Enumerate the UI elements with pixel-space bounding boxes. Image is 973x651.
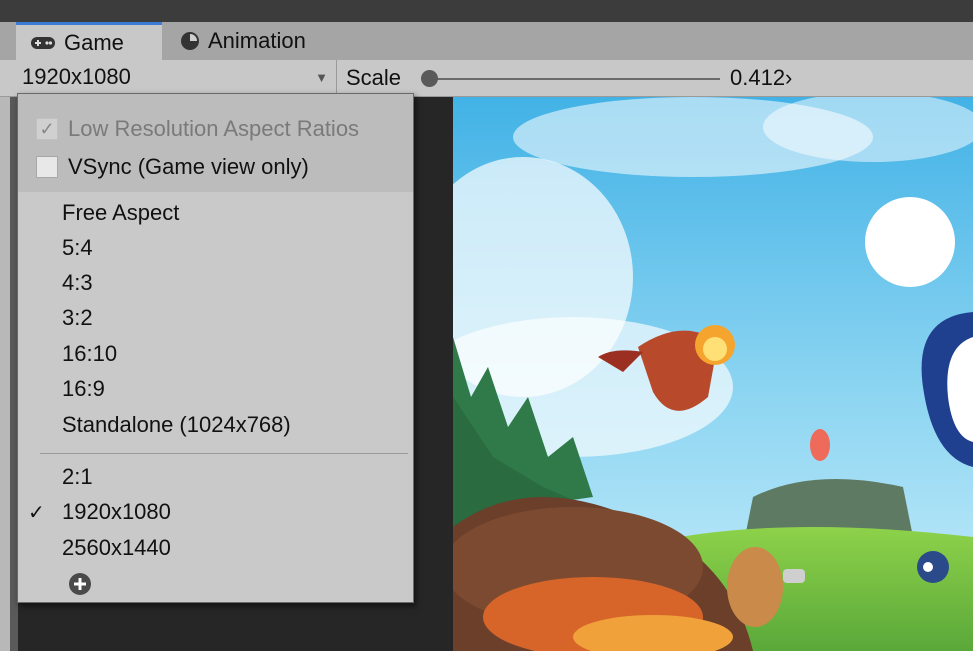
menu-item-16-9[interactable]: 16:9 xyxy=(62,376,105,402)
resolution-dropdown-menu: ✓ Low Resolution Aspect Ratios VSync (Ga… xyxy=(17,93,414,603)
scale-slider-thumb[interactable] xyxy=(421,70,438,87)
game-scene-image xyxy=(453,97,973,651)
menu-item-5-4[interactable]: 5:4 xyxy=(62,235,93,261)
menu-item-3-2[interactable]: 3:2 xyxy=(62,305,93,331)
tab-game-label: Game xyxy=(64,29,124,55)
checkmark-icon: ✓ xyxy=(39,118,55,139)
plus-circle-icon[interactable] xyxy=(68,572,92,596)
menu-item-2-1[interactable]: 2:1 xyxy=(62,464,93,490)
animation-clock-icon xyxy=(180,31,200,51)
gamepad-icon xyxy=(30,35,56,51)
tab-game[interactable]: Game xyxy=(16,22,162,60)
menu-item-free-aspect[interactable]: Free Aspect xyxy=(62,200,179,226)
game-view-toolbar: 1920x1080 ▼ Scale 0.412› xyxy=(0,60,973,97)
tab-animation[interactable]: Animation xyxy=(166,22,320,60)
checkbox-vsync[interactable] xyxy=(36,156,58,178)
menu-item-16-10[interactable]: 16:10 xyxy=(62,341,117,367)
menu-item-2560x1440[interactable]: 2560x1440 xyxy=(62,535,171,561)
resolution-dropdown[interactable]: 1920x1080 ▼ xyxy=(16,62,334,92)
menu-item-standalone[interactable]: Standalone (1024x768) xyxy=(62,412,291,438)
scale-value: 0.412› xyxy=(730,65,793,90)
option-vsync[interactable]: VSync (Game view only) xyxy=(36,154,309,180)
tab-bar: Game Animation xyxy=(0,22,973,61)
scale-slider-track[interactable] xyxy=(430,78,720,80)
option-label: Low Resolution Aspect Ratios xyxy=(68,116,360,141)
tab-animation-label: Animation xyxy=(208,28,306,53)
menu-item-4-3[interactable]: 4:3 xyxy=(62,270,93,296)
option-label: VSync (Game view only) xyxy=(68,154,309,179)
dropdown-arrow-icon: ▼ xyxy=(315,69,328,85)
selected-check-icon: ✓ xyxy=(28,502,45,524)
checkbox-low-resolution[interactable]: ✓ xyxy=(36,118,58,140)
menu-item-1920x1080[interactable]: 1920x1080 xyxy=(62,499,171,525)
menu-separator xyxy=(40,453,408,454)
scale-label: Scale xyxy=(346,65,402,90)
left-panel-edge xyxy=(0,97,18,651)
editor-top-bar xyxy=(0,0,973,22)
resolution-value: 1920x1080 xyxy=(22,64,131,89)
option-low-resolution-aspect-ratios[interactable]: ✓ Low Resolution Aspect Ratios xyxy=(36,116,359,142)
toolbar-divider xyxy=(336,60,337,96)
